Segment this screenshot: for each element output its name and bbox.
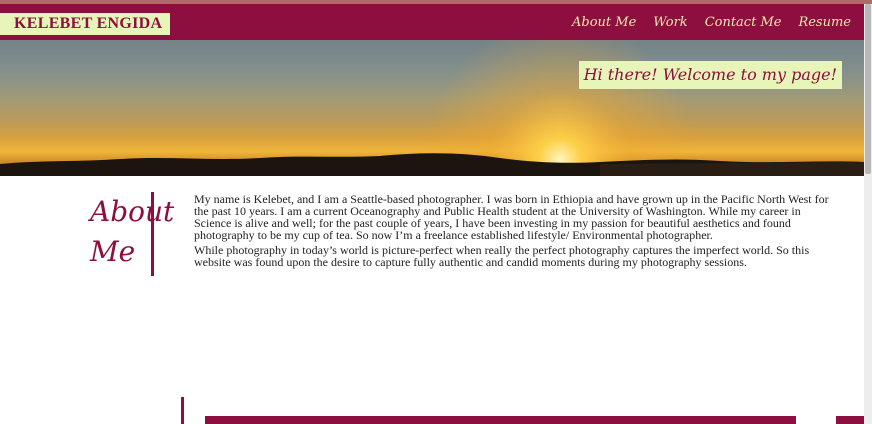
about-paragraph-2: While photography in today’s world is pi…	[194, 243, 810, 269]
site-brand[interactable]: KELEBET ENGIDA	[0, 13, 171, 35]
about-heading-line2: Me	[90, 235, 136, 268]
nav-link-resume[interactable]: Resume	[798, 13, 851, 33]
hero-sunset-banner: Hi there! Welcome to my page!	[0, 40, 864, 176]
main-nav: About Me Work Contact Me Resume	[572, 13, 851, 33]
scrollbar-thumb[interactable]	[865, 4, 871, 174]
about-me-text: My name is Kelebet, and I am a Seattle-b…	[194, 193, 834, 271]
nav-link-contact-me[interactable]: Contact Me	[705, 13, 782, 33]
welcome-greeting: Hi there! Welcome to my page!	[578, 61, 842, 89]
nav-link-about-me[interactable]: About Me	[572, 13, 636, 33]
section-divider-left	[181, 397, 184, 424]
navigation-bar: KELEBET ENGIDA About Me Work Contact Me …	[0, 4, 864, 40]
nav-link-work[interactable]: Work	[653, 13, 687, 33]
about-heading-line1: About	[90, 195, 175, 228]
about-paragraph-1: My name is Kelebet, and I am a Seattle-b…	[194, 192, 829, 242]
next-section-right-bar	[836, 416, 864, 424]
next-section-top-bar	[205, 416, 796, 424]
about-me-heading: About Me	[90, 192, 175, 276]
page-scrollbar[interactable]	[864, 4, 872, 424]
